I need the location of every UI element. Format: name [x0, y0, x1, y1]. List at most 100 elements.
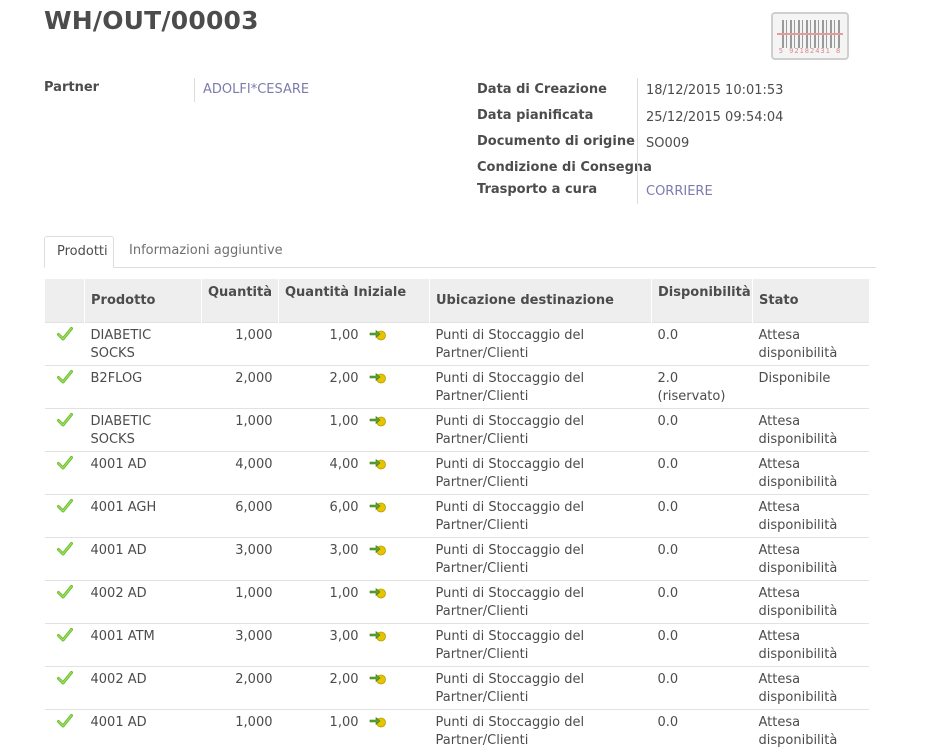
- initial-quantity-cell: 4,00: [278, 450, 430, 494]
- row-check-cell: [44, 622, 85, 666]
- table-row[interactable]: 4001 ATM 3,000 3,00 Punti di Stoccaggio del…: [44, 622, 869, 666]
- quantity-cell: 6,000: [201, 493, 279, 537]
- table-row[interactable]: DIABETIC SOCKS 1,000 1,00 Punti di Stoccagg…: [44, 321, 869, 365]
- state-cell: Attesa disponibilità: [752, 493, 869, 537]
- product-cell: 4002 AD: [84, 665, 202, 709]
- check-icon: [56, 541, 73, 561]
- origin-value: SO009: [646, 136, 690, 151]
- table-row[interactable]: 4001 AD 3,000 3,00 Punti di Stoccaggio del …: [44, 536, 869, 580]
- table-row[interactable]: 4001 AGH 6,000 6,00 Punti di Stoccaggio del…: [44, 493, 869, 537]
- partner-separator: [194, 78, 195, 102]
- state-cell: Disponibile: [752, 364, 869, 408]
- quantity-cell: 2,000: [201, 364, 279, 408]
- state-cell: Attesa disponibilità: [752, 665, 869, 709]
- check-icon: [56, 627, 73, 647]
- header-state[interactable]: Stato: [752, 279, 869, 322]
- initial-quantity-value: 1,00: [329, 585, 359, 601]
- availability-cell: 0.0: [651, 579, 753, 623]
- destination-location-cell: Punti di Stoccaggio del Partner/Clienti: [429, 579, 652, 623]
- initial-quantity-value: 1,00: [329, 327, 359, 343]
- carrier-label: Trasporto a cura: [477, 182, 598, 197]
- right-fields-separator: [637, 78, 638, 204]
- header-check: [44, 279, 85, 322]
- tab-informazioni-aggiuntive[interactable]: Informazioni aggiuntive: [117, 236, 295, 268]
- initial-quantity-value: 4,00: [329, 456, 359, 472]
- quantity-cell: 4,000: [201, 450, 279, 494]
- row-check-cell: [44, 536, 85, 580]
- destination-location-cell: Punti di Stoccaggio del Partner/Clienti: [429, 665, 652, 709]
- origin-label: Documento di origine: [477, 134, 635, 149]
- state-cell: Attesa disponibilità: [752, 579, 869, 623]
- header-product[interactable]: Prodotto: [84, 279, 202, 322]
- table-row[interactable]: 4001 AD 4,000 4,00 Punti di Stoccaggio del …: [44, 450, 869, 494]
- moves-table: Prodotto Quantità Quantità Iniziale Ubic…: [44, 279, 869, 752]
- header-availability[interactable]: Disponibilità: [651, 279, 753, 322]
- move-detail-icon[interactable]: [369, 372, 387, 384]
- destination-location-cell: Punti di Stoccaggio del Partner/Clienti: [429, 321, 652, 365]
- check-icon: [56, 326, 73, 346]
- move-detail-icon[interactable]: [369, 415, 387, 427]
- table-row[interactable]: 4002 AD 1,000 1,00 Punti di Stoccaggio del …: [44, 579, 869, 623]
- destination-location-cell: Punti di Stoccaggio del Partner/Clienti: [429, 493, 652, 537]
- carrier-link[interactable]: CORRIERE: [646, 184, 713, 199]
- header-quantity[interactable]: Quantità: [201, 279, 279, 322]
- state-cell: Attesa disponibilità: [752, 708, 869, 752]
- table-row[interactable]: 4001 AD 1,000 1,00 Punti di Stoccaggio del …: [44, 708, 869, 752]
- move-detail-icon[interactable]: [369, 458, 387, 470]
- initial-quantity-value: 6,00: [329, 499, 359, 515]
- table-row[interactable]: DIABETIC SOCKS 1,000 1,00 Punti di Stoccagg…: [44, 407, 869, 451]
- initial-quantity-cell: 1,00: [278, 579, 430, 623]
- tab-prodotti[interactable]: Prodotti: [44, 236, 114, 268]
- table-row[interactable]: B2FLOG 2,000 2,00 Punti di Stoccaggio del P…: [44, 364, 869, 408]
- move-detail-icon[interactable]: [369, 544, 387, 556]
- quantity-cell: 1,000: [201, 407, 279, 451]
- creation-date-label: Data di Creazione: [477, 82, 607, 97]
- initial-quantity-cell: 1,00: [278, 321, 430, 365]
- availability-cell: 0.0: [651, 493, 753, 537]
- row-check-cell: [44, 665, 85, 709]
- row-check-cell: [44, 321, 85, 365]
- move-detail-icon[interactable]: [369, 630, 387, 642]
- planned-date-value: 25/12/2015 09:54:04: [646, 110, 784, 125]
- product-cell: 4001 AD: [84, 708, 202, 752]
- availability-cell: 0.0: [651, 708, 753, 752]
- barcode-laser-line: [777, 33, 843, 35]
- move-detail-icon[interactable]: [369, 673, 387, 685]
- availability-cell: 0.0: [651, 450, 753, 494]
- destination-location-cell: Punti di Stoccaggio del Partner/Clienti: [429, 536, 652, 580]
- move-detail-icon[interactable]: [369, 716, 387, 728]
- row-check-cell: [44, 364, 85, 408]
- check-icon: [56, 369, 73, 389]
- partner-label: Partner: [44, 80, 100, 95]
- initial-quantity-value: 3,00: [329, 628, 359, 644]
- move-detail-icon[interactable]: [369, 329, 387, 341]
- barcode-number: 5 92182431 8: [778, 47, 842, 55]
- row-check-cell: [44, 450, 85, 494]
- availability-cell: 2.0 (riservato): [651, 364, 753, 408]
- product-cell: DIABETIC SOCKS: [84, 321, 202, 365]
- check-icon: [56, 455, 73, 475]
- quantity-cell: 1,000: [201, 708, 279, 752]
- barcode-icon[interactable]: 5 92182431 8: [771, 12, 849, 60]
- initial-quantity-cell: 3,00: [278, 622, 430, 666]
- move-detail-icon[interactable]: [369, 587, 387, 599]
- availability-cell: 0.0: [651, 407, 753, 451]
- product-cell: 4001 AD: [84, 450, 202, 494]
- partner-link[interactable]: ADOLFI*CESARE: [203, 82, 309, 97]
- table-header-row: Prodotto Quantità Quantità Iniziale Ubic…: [44, 279, 869, 322]
- table-row[interactable]: 4002 AD 2,000 2,00 Punti di Stoccaggio del …: [44, 665, 869, 709]
- move-detail-icon[interactable]: [369, 501, 387, 513]
- initial-quantity-value: 1,00: [329, 714, 359, 730]
- header-destination-location[interactable]: Ubicazione destinazione: [429, 279, 652, 322]
- initial-quantity-cell: 6,00: [278, 493, 430, 537]
- check-icon: [56, 498, 73, 518]
- state-cell: Attesa disponibilità: [752, 321, 869, 365]
- initial-quantity-value: 1,00: [329, 413, 359, 429]
- state-cell: Attesa disponibilità: [752, 536, 869, 580]
- destination-location-cell: Punti di Stoccaggio del Partner/Clienti: [429, 708, 652, 752]
- product-cell: 4002 AD: [84, 579, 202, 623]
- quantity-cell: 3,000: [201, 622, 279, 666]
- destination-location-cell: Punti di Stoccaggio del Partner/Clienti: [429, 407, 652, 451]
- page-title: WH/OUT/00003: [44, 6, 259, 35]
- header-initial-quantity[interactable]: Quantità Iniziale: [278, 279, 430, 322]
